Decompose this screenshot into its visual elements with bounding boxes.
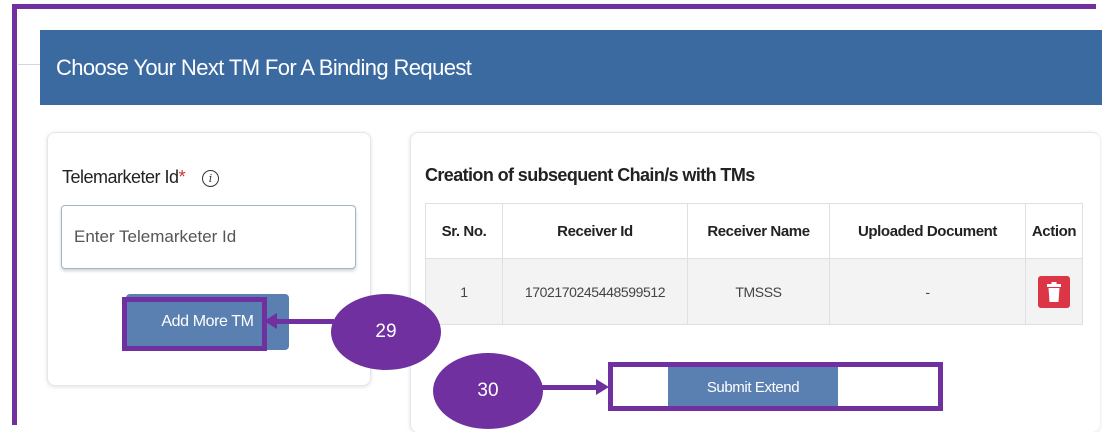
header-rule: [18, 64, 40, 65]
callout-arrow-30: [540, 385, 598, 390]
table-row: 1 1702170245448599512 TMSSS -: [425, 258, 1083, 325]
callout-number: 29: [375, 321, 397, 342]
arrow-head-left-icon: [264, 313, 277, 329]
trash-icon: [1047, 281, 1061, 302]
submit-extend-button[interactable]: Submit Extend: [668, 365, 838, 409]
telemarketer-id-input[interactable]: [61, 205, 356, 269]
chain-table: Sr. No. Receiver Id Receiver Name Upload…: [425, 203, 1083, 325]
column-header: Uploaded Document: [829, 203, 1026, 259]
column-header: Sr. No.: [425, 203, 503, 259]
cell-sr-no: 1: [425, 258, 503, 325]
delete-row-button[interactable]: [1038, 275, 1070, 308]
cell-action: [1025, 258, 1083, 325]
column-header: Receiver Id: [502, 203, 688, 259]
chain-section-title: Creation of subsequent Chain/s with TMs: [425, 165, 755, 185]
callout-bubble-30: 30: [433, 353, 543, 429]
telemarketer-label: Telemarketer Id*: [62, 167, 186, 187]
page-header: Choose Your Next TM For A Binding Reques…: [40, 30, 1102, 105]
cell-receiver-name: TMSSS: [687, 258, 830, 325]
callout-number: 30: [477, 380, 499, 401]
info-icon[interactable]: i: [202, 170, 219, 187]
table-header-row: Sr. No. Receiver Id Receiver Name Upload…: [425, 203, 1083, 259]
callout-bubble-29: 29: [331, 294, 441, 370]
callout-arrow-29: [276, 319, 334, 324]
cell-uploaded-document: -: [829, 258, 1026, 325]
column-header: Receiver Name: [687, 203, 830, 259]
cell-receiver-id: 1702170245448599512: [502, 258, 688, 325]
arrow-head-right-icon: [596, 379, 609, 395]
page-title: Choose Your Next TM For A Binding Reques…: [56, 54, 472, 80]
required-mark: *: [178, 167, 186, 187]
column-header: Action: [1025, 203, 1083, 259]
